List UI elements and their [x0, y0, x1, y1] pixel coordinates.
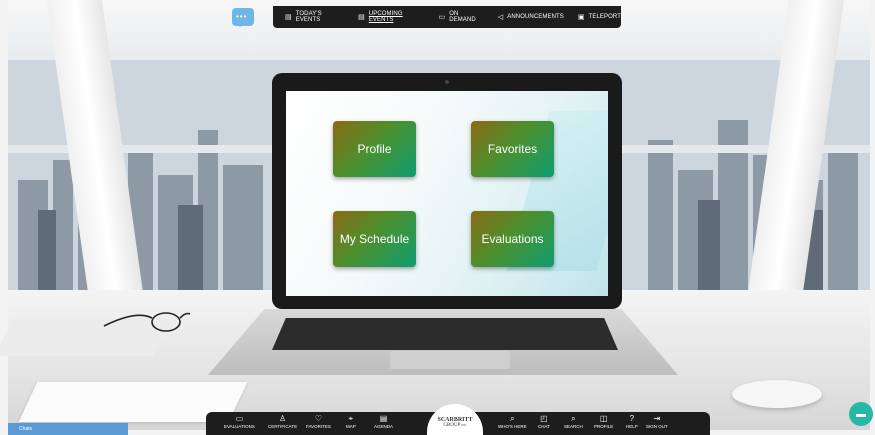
- bottom-nav-chat[interactable]: ◰ CHAT: [538, 413, 550, 429]
- tile-label: Profile: [357, 142, 392, 156]
- chat-bubble-icon[interactable]: •••: [232, 8, 254, 27]
- calendar-icon: ▤: [358, 14, 365, 21]
- bottom-nav-profile[interactable]: ◫ PROFILE: [594, 413, 613, 429]
- agenda-icon: ▤: [379, 414, 388, 423]
- bottom-nav-evaluations[interactable]: ▭ EVALUATIONS: [224, 413, 255, 429]
- bottom-nav-label: FAVORITES: [306, 424, 331, 429]
- chat-icon: ▬: [856, 408, 866, 420]
- nav-todays-events[interactable]: ▤ TODAY'S EVENTS: [285, 11, 344, 23]
- profile-tile[interactable]: Profile: [333, 121, 416, 177]
- laptop-screen: Profile Favorites My Schedule Evaluation…: [286, 91, 608, 296]
- favorites-tile[interactable]: Favorites: [471, 121, 554, 177]
- help-chat-button[interactable]: ▬: [849, 402, 873, 426]
- laptop-trackpad: [390, 351, 510, 369]
- bottom-nav-sign-out[interactable]: ⇥ SIGN OUT: [646, 413, 668, 429]
- profile-icon: ◫: [599, 414, 608, 423]
- my-schedule-tile[interactable]: My Schedule: [333, 211, 416, 267]
- bottom-nav-search[interactable]: ⌕ SEARCH: [564, 413, 583, 429]
- logo-line2: GROUP INC: [443, 423, 467, 428]
- bottom-nav-label: SEARCH: [564, 424, 583, 429]
- top-nav: ▤ TODAY'S EVENTS ▤ UPCOMING EVENTS ▭ ON …: [273, 6, 621, 28]
- heart-icon: ♡: [314, 414, 323, 423]
- bottom-nav-whos-here[interactable]: ⌕ WHO'S HERE: [498, 413, 527, 429]
- bottom-nav-label: MAP: [346, 424, 356, 429]
- bottom-nav-certificate[interactable]: ♙ CERTIFICATE: [268, 413, 297, 429]
- help-icon: ?: [629, 414, 635, 423]
- folder-icon: ▭: [235, 414, 244, 423]
- bottom-nav-label: HELP: [626, 424, 638, 429]
- bottom-nav-agenda[interactable]: ▤ AGENDA: [374, 413, 393, 429]
- tile-label: Evaluations: [481, 232, 544, 246]
- bottom-nav-label: CERTIFICATE: [268, 424, 298, 429]
- bottom-nav-label: AGENDA: [374, 424, 394, 429]
- chats-label: Chats: [19, 426, 33, 432]
- nav-announcements[interactable]: ◁ ANNOUNCEMENTS: [498, 13, 564, 21]
- sign-out-icon: ⇥: [653, 414, 661, 423]
- tile-label: Favorites: [487, 142, 538, 156]
- nav-label: UPCOMING EVENTS: [368, 11, 403, 23]
- bottom-nav-map[interactable]: ⌖ MAP: [346, 413, 356, 429]
- nav-label: ON DEMAND: [449, 11, 476, 23]
- nav-label: TELEPORT: [588, 14, 621, 20]
- screen-icon: ▭: [438, 14, 446, 21]
- search-icon: ⌕: [571, 414, 576, 423]
- nav-teleport[interactable]: ▣ TELEPORT: [578, 13, 621, 21]
- nav-on-demand[interactable]: ▭ ON DEMAND: [439, 11, 484, 23]
- chats-bar[interactable]: Chats: [8, 423, 128, 435]
- bottom-nav-label: PROFILE: [594, 424, 614, 429]
- search-people-icon: ⌕: [510, 414, 515, 423]
- bottom-nav-label: CHAT: [538, 424, 550, 429]
- glasses-icon: [103, 312, 191, 332]
- nav-label: ANNOUNCEMENTS: [507, 14, 564, 20]
- nav-label: TODAY'S EVENTS: [295, 11, 322, 23]
- bottom-nav-label: EVALUATIONS: [224, 424, 255, 429]
- evaluations-tile[interactable]: Evaluations: [471, 211, 554, 267]
- mouse: [732, 380, 822, 408]
- chat-icon: ◰: [540, 414, 548, 423]
- tile-label: My Schedule: [339, 232, 410, 246]
- certificate-icon: ♙: [278, 414, 287, 423]
- teleport-icon: ▣: [577, 14, 585, 21]
- app-frame: ••• ▤ TODAY'S EVENTS ▤ UPCOMING EVENTS ▭…: [0, 0, 875, 435]
- megaphone-icon: ◁: [497, 14, 504, 21]
- nav-upcoming-events[interactable]: ▤ UPCOMING EVENTS: [358, 11, 424, 23]
- bottom-nav-help[interactable]: ? HELP: [626, 413, 638, 429]
- laptop-keyboard: [272, 318, 618, 350]
- bottom-nav-label: SIGN OUT: [646, 424, 668, 429]
- map-icon: ⌖: [348, 414, 354, 423]
- calendar-icon: ▤: [285, 14, 292, 21]
- laptop: Profile Favorites My Schedule Evaluation…: [272, 73, 622, 309]
- bottom-nav-label: WHO'S HERE: [498, 424, 527, 429]
- laptop-camera: [445, 80, 449, 84]
- bottom-nav-favorites[interactable]: ♡ FAVORITES: [306, 413, 331, 429]
